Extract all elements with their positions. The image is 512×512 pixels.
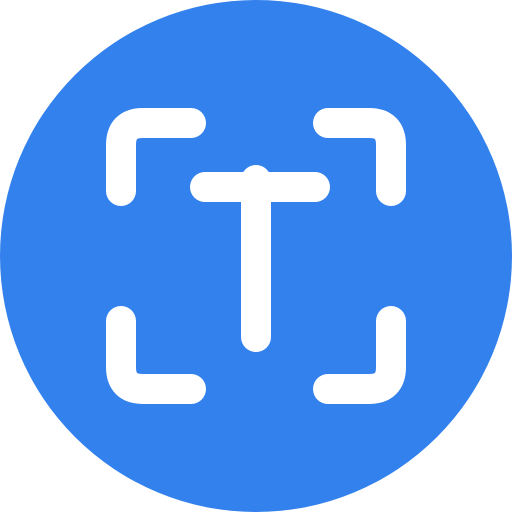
text-recognition-icon: [0, 0, 512, 512]
app-icon[interactable]: [0, 0, 512, 512]
